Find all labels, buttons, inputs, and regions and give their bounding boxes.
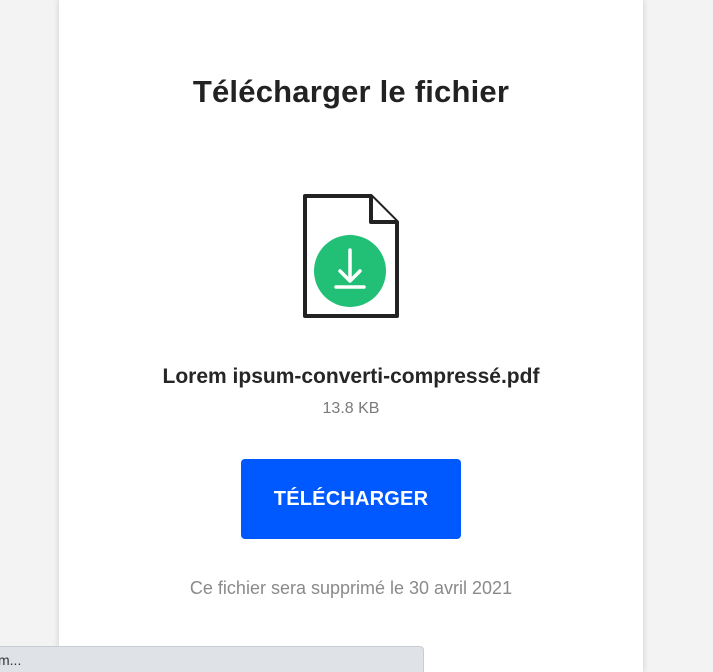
file-download-icon <box>303 194 399 318</box>
file-name: Lorem ipsum-converti-compressé.pdf <box>162 365 540 388</box>
file-size: 13.8 KB <box>322 400 380 417</box>
page-title: Télécharger le fichier <box>192 74 510 109</box>
page: Télécharger le fichier Lorem ipsum-conve… <box>0 0 713 672</box>
status-text: m... <box>0 652 22 668</box>
deletion-notice: Ce fichier sera supprimé le 30 avril 202… <box>189 578 513 598</box>
download-card: Télécharger le fichier Lorem ipsum-conve… <box>59 0 643 672</box>
browser-status-bar: m... <box>0 646 424 672</box>
download-button[interactable]: TÉLÉCHARGER <box>241 459 461 539</box>
